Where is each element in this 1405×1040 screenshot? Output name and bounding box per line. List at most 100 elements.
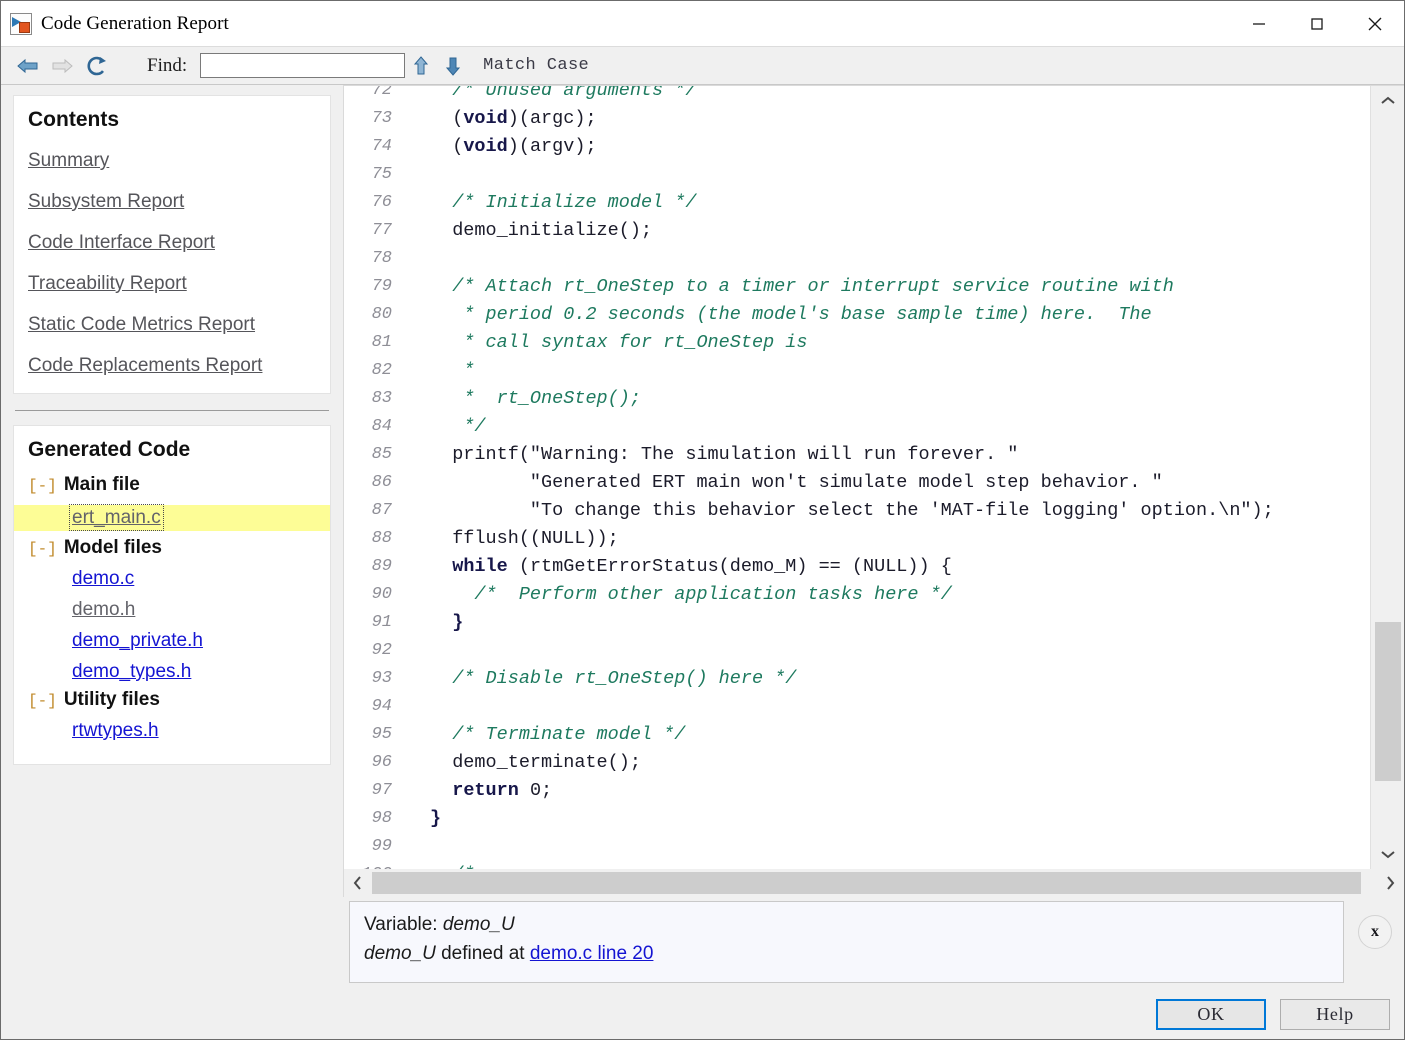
line-number: 74 bbox=[371, 136, 392, 156]
line-content: } bbox=[392, 808, 441, 829]
line-number: 96 bbox=[371, 752, 392, 772]
refresh-icon[interactable] bbox=[79, 51, 113, 81]
line-content: /* Disable rt_OneStep() here */ bbox=[392, 668, 796, 689]
line-number: 92 bbox=[371, 640, 392, 660]
file-group-label: Model files bbox=[63, 537, 162, 558]
code-token: ( bbox=[430, 107, 464, 129]
line-number: 80 bbox=[371, 304, 392, 324]
horizontal-scrollbar[interactable] bbox=[343, 869, 1404, 897]
match-case-checkbox[interactable]: Match Case bbox=[483, 56, 589, 75]
code-text-region[interactable]: 72 /* Unused arguments */73 (void)(argc)… bbox=[344, 86, 1370, 869]
list-item-demo-c[interactable]: demo.c bbox=[28, 568, 316, 590]
sidebar-item-summary[interactable]: Summary bbox=[28, 150, 109, 172]
list-item-rtwtypes-h[interactable]: rtwtypes.h bbox=[28, 720, 316, 742]
code-line: 99 bbox=[344, 832, 1370, 860]
code-line: 86 "Generated ERT main won't simulate mo… bbox=[344, 468, 1370, 496]
line-number: 81 bbox=[371, 332, 392, 352]
file-link[interactable]: ert_main.c bbox=[69, 504, 164, 531]
code-token: /* Unused arguments */ bbox=[452, 86, 697, 101]
code-line: 88 fflush((NULL)); bbox=[344, 524, 1370, 552]
file-link[interactable]: rtwtypes.h bbox=[72, 720, 159, 741]
sidebar-item-subsystem-report[interactable]: Subsystem Report bbox=[28, 191, 184, 213]
list-item-demo-h[interactable]: demo.h bbox=[28, 599, 316, 621]
code-line: 79 /* Attach rt_OneStep to a timer or in… bbox=[344, 272, 1370, 300]
collapse-toggle-icon[interactable]: [-] bbox=[28, 478, 57, 494]
close-icon[interactable] bbox=[1346, 1, 1404, 46]
variable-name: demo_U bbox=[442, 914, 515, 935]
up-arrow-icon[interactable] bbox=[405, 51, 437, 81]
line-content: return 0; bbox=[392, 780, 552, 801]
sidebar-item-code-replacements[interactable]: Code Replacements Report bbox=[28, 355, 262, 377]
line-content: */ bbox=[392, 416, 485, 437]
code-line: 80 * period 0.2 seconds (the model's bas… bbox=[344, 300, 1370, 328]
ok-button[interactable]: OK bbox=[1156, 998, 1266, 1030]
line-number: 78 bbox=[371, 248, 392, 268]
code-token: )(argc); bbox=[507, 107, 597, 129]
minimize-icon[interactable] bbox=[1230, 1, 1288, 46]
close-panel-button[interactable]: x bbox=[1358, 915, 1392, 949]
line-number: 91 bbox=[371, 612, 392, 632]
line-number: 97 bbox=[371, 780, 392, 800]
code-line: 97 return 0; bbox=[344, 776, 1370, 804]
file-link[interactable]: demo.h bbox=[72, 599, 135, 620]
file-link[interactable]: demo_types.h bbox=[72, 661, 191, 682]
code-line: 78 bbox=[344, 244, 1370, 272]
list-item-ert-main-c[interactable]: ert_main.c bbox=[14, 504, 330, 531]
list-item-demo-types-h[interactable]: demo_types.h bbox=[28, 661, 316, 683]
line-number: 94 bbox=[371, 696, 392, 716]
variable-info-panel-wrap: Variable: demo_U demo_U defined at demo.… bbox=[343, 897, 1404, 989]
collapse-toggle-icon[interactable]: [-] bbox=[28, 693, 57, 709]
search-input[interactable] bbox=[200, 53, 406, 78]
content-area: 72 /* Unused arguments */73 (void)(argc)… bbox=[343, 85, 1404, 1039]
variable-definition-line: demo_U defined at demo.c line 20 bbox=[364, 940, 1329, 969]
line-content: /* Unused arguments */ bbox=[392, 86, 696, 101]
line-number: 88 bbox=[371, 528, 392, 548]
file-link[interactable]: demo.c bbox=[72, 568, 134, 589]
help-button[interactable]: Help bbox=[1280, 998, 1390, 1030]
vertical-scroll-track[interactable] bbox=[1371, 116, 1405, 839]
scroll-left-icon[interactable] bbox=[344, 869, 372, 897]
line-number: 75 bbox=[371, 164, 392, 184]
line-content: * rt_OneStep(); bbox=[392, 388, 641, 409]
scroll-down-icon[interactable] bbox=[1371, 839, 1405, 869]
back-arrow-icon[interactable] bbox=[11, 51, 45, 81]
line-content: } bbox=[392, 612, 463, 633]
scroll-right-icon[interactable] bbox=[1376, 869, 1404, 897]
scroll-up-icon[interactable] bbox=[1371, 86, 1405, 116]
variable-label: Variable: bbox=[364, 914, 443, 935]
code-viewer: 72 /* Unused arguments */73 (void)(argc)… bbox=[343, 85, 1404, 869]
line-content: while (rtmGetErrorStatus(demo_M) == (NUL… bbox=[392, 556, 952, 577]
line-number: 95 bbox=[371, 724, 392, 744]
code-token: * rt_OneStep(); bbox=[452, 387, 641, 409]
line-content: (void)(argv); bbox=[392, 136, 596, 157]
horizontal-scroll-thumb[interactable] bbox=[372, 872, 1361, 894]
variable-name-line: Variable: demo_U bbox=[364, 911, 1329, 940]
horizontal-scroll-track[interactable] bbox=[372, 869, 1376, 897]
code-line: 87 "To change this behavior select the '… bbox=[344, 496, 1370, 524]
vertical-scroll-thumb[interactable] bbox=[1374, 622, 1401, 782]
down-arrow-icon[interactable] bbox=[437, 51, 469, 81]
line-content: (void)(argc); bbox=[392, 107, 597, 129]
sidebar-item-traceability-report[interactable]: Traceability Report bbox=[28, 273, 187, 295]
collapse-toggle-icon[interactable]: [-] bbox=[28, 541, 57, 557]
line-content: "Generated ERT main won't simulate model… bbox=[392, 472, 1163, 493]
definition-location-link[interactable]: demo.c line 20 bbox=[530, 943, 654, 964]
list-item-demo-private-h[interactable]: demo_private.h bbox=[28, 630, 316, 652]
file-link[interactable]: demo_private.h bbox=[72, 630, 203, 651]
code-line: 95 /* Terminate model */ bbox=[344, 720, 1370, 748]
maximize-icon[interactable] bbox=[1288, 1, 1346, 46]
code-token: /* Attach rt_OneStep to a timer or inter… bbox=[452, 275, 1174, 297]
sidebar-item-static-code-metrics[interactable]: Static Code Metrics Report bbox=[28, 314, 255, 336]
line-number: 86 bbox=[371, 472, 392, 492]
sidebar-item-code-interface-report[interactable]: Code Interface Report bbox=[28, 232, 215, 254]
vertical-scrollbar[interactable] bbox=[1370, 86, 1404, 869]
line-content: /* Perform other application tasks here … bbox=[392, 584, 951, 605]
code-token: * call syntax for rt_OneStep is bbox=[452, 331, 808, 353]
